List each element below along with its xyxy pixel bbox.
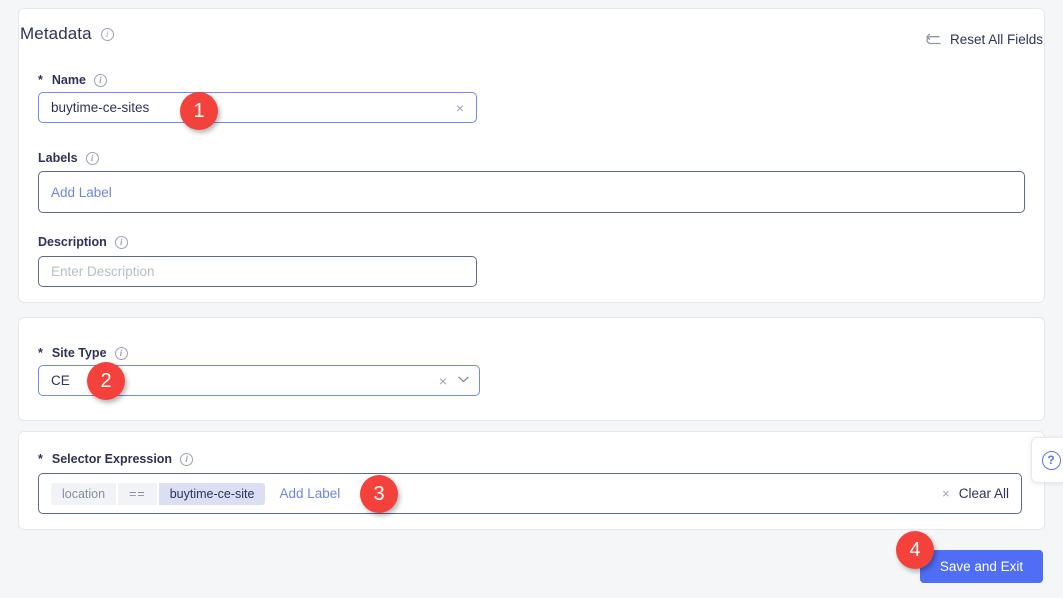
name-clear-icon[interactable]: ×: [454, 101, 466, 115]
name-label-text: Name: [51, 73, 86, 87]
description-field-label: Description i: [38, 235, 128, 249]
selector-chip-operator[interactable]: ==: [118, 482, 157, 505]
selector-label-text: Selector Expression: [51, 452, 173, 466]
site-type-required-marker: *: [38, 346, 43, 360]
reset-arrow-icon: [926, 33, 941, 44]
selector-expression-field-label: * Selector Expression i: [38, 452, 194, 466]
name-field-label: * Name i: [38, 73, 107, 87]
annotation-badge-4: 4: [896, 531, 934, 569]
labels-label-text: Labels: [38, 151, 78, 165]
annotation-badge-3: 3: [360, 475, 398, 513]
selector-chip-key[interactable]: location: [51, 482, 117, 505]
selector-expression-input[interactable]: location == buytime-ce-site Add Label × …: [38, 473, 1022, 514]
reset-all-fields-button[interactable]: Reset All Fields: [925, 32, 1043, 47]
site-type-field-label: * Site Type i: [38, 346, 128, 360]
name-info-icon[interactable]: i: [93, 73, 107, 87]
save-and-exit-button[interactable]: Save and Exit: [920, 550, 1043, 583]
site-type-info-icon[interactable]: i: [114, 346, 128, 360]
question-mark-icon: ?: [1041, 450, 1061, 470]
site-type-clear-icon[interactable]: ×: [437, 374, 449, 388]
metadata-info-icon[interactable]: i: [100, 27, 114, 41]
labels-info-icon[interactable]: i: [85, 151, 99, 165]
description-info-icon[interactable]: i: [114, 235, 128, 249]
annotation-badge-2: 2: [87, 362, 125, 400]
annotation-badge-1: 1: [180, 92, 218, 130]
labels-add-label-link[interactable]: Add Label: [51, 185, 112, 200]
clear-all-label: Clear All: [958, 486, 1009, 501]
clear-all-icon: ×: [942, 486, 950, 501]
clear-all-button[interactable]: × Clear All: [940, 486, 1011, 501]
selector-expression-chip[interactable]: location == buytime-ce-site: [51, 482, 266, 505]
description-placeholder: Enter Description: [51, 264, 155, 279]
help-button[interactable]: ?: [1031, 437, 1063, 483]
name-required-marker: *: [38, 73, 43, 87]
description-input[interactable]: Enter Description: [38, 256, 477, 287]
selector-chip-value[interactable]: buytime-ce-site: [158, 482, 266, 505]
selector-add-label-link[interactable]: Add Label: [279, 486, 340, 501]
site-type-label-text: Site Type: [51, 346, 107, 360]
selector-info-icon[interactable]: i: [180, 452, 194, 466]
page-title: Metadata: [20, 24, 92, 43]
name-input[interactable]: buytime-ce-sites ×: [38, 92, 477, 123]
description-label-text: Description: [38, 235, 107, 249]
selector-required-marker: *: [38, 452, 43, 466]
chevron-down-icon[interactable]: [458, 375, 469, 386]
reset-all-fields-label: Reset All Fields: [949, 32, 1043, 47]
labels-input[interactable]: Add Label: [38, 171, 1025, 213]
labels-field-label: Labels i: [38, 151, 99, 165]
name-input-value: buytime-ce-sites: [51, 100, 150, 115]
metadata-header: Metadata i: [20, 24, 114, 44]
